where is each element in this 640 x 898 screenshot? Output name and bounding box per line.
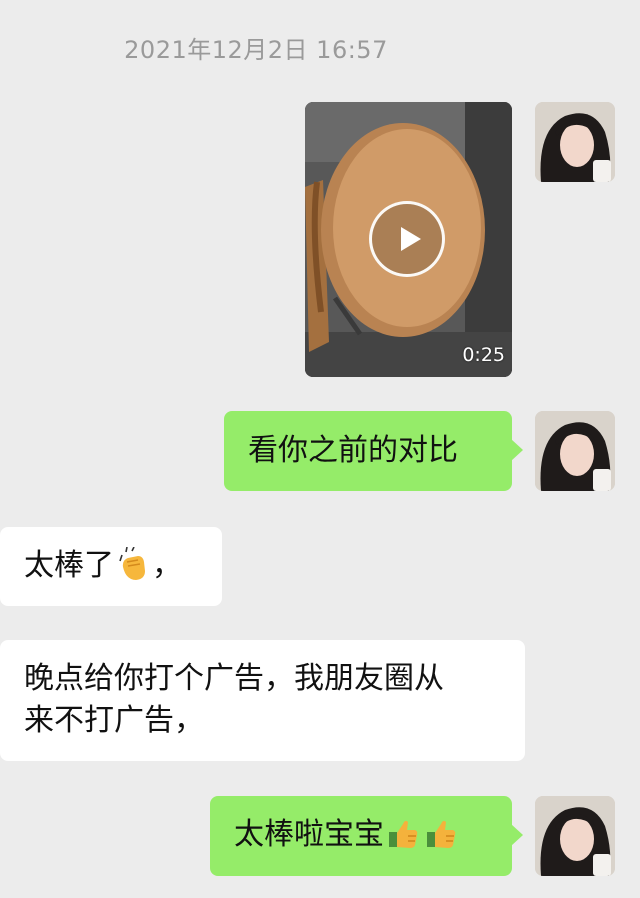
thumbs-up-icon — [424, 816, 458, 862]
message-text: 晚点给你打个广告，我朋友圈从 — [24, 661, 444, 696]
message-text: 太棒了 — [24, 548, 114, 583]
avatar[interactable] — [535, 102, 615, 182]
chat-timestamp: 2021年12月2日 16:57 — [124, 36, 388, 64]
thumbs-up-icon — [386, 816, 420, 862]
received-message-bubble[interactable]: 太棒了 ， — [0, 527, 222, 606]
play-icon — [401, 227, 421, 251]
message-text: 太棒啦宝宝 — [234, 817, 384, 852]
avatar[interactable] — [535, 411, 615, 491]
message-text: 来不打广告， — [24, 703, 204, 738]
avatar-image — [535, 411, 615, 491]
sent-message-bubble[interactable]: 太棒啦宝宝 — [210, 796, 523, 876]
clapping-hands-icon — [116, 546, 150, 593]
avatar-image — [535, 102, 615, 182]
message-text: 看你之前的对比 — [248, 433, 458, 468]
avatar-image — [535, 796, 615, 876]
avatar[interactable] — [535, 796, 615, 876]
received-message-bubble[interactable]: 晚点给你打个广告，我朋友圈从 来不打广告， — [0, 640, 525, 761]
play-button[interactable] — [369, 201, 445, 277]
video-duration: 0:25 — [462, 344, 505, 366]
sent-message-bubble[interactable]: 看你之前的对比 — [224, 411, 523, 491]
message-text: ， — [152, 548, 182, 583]
